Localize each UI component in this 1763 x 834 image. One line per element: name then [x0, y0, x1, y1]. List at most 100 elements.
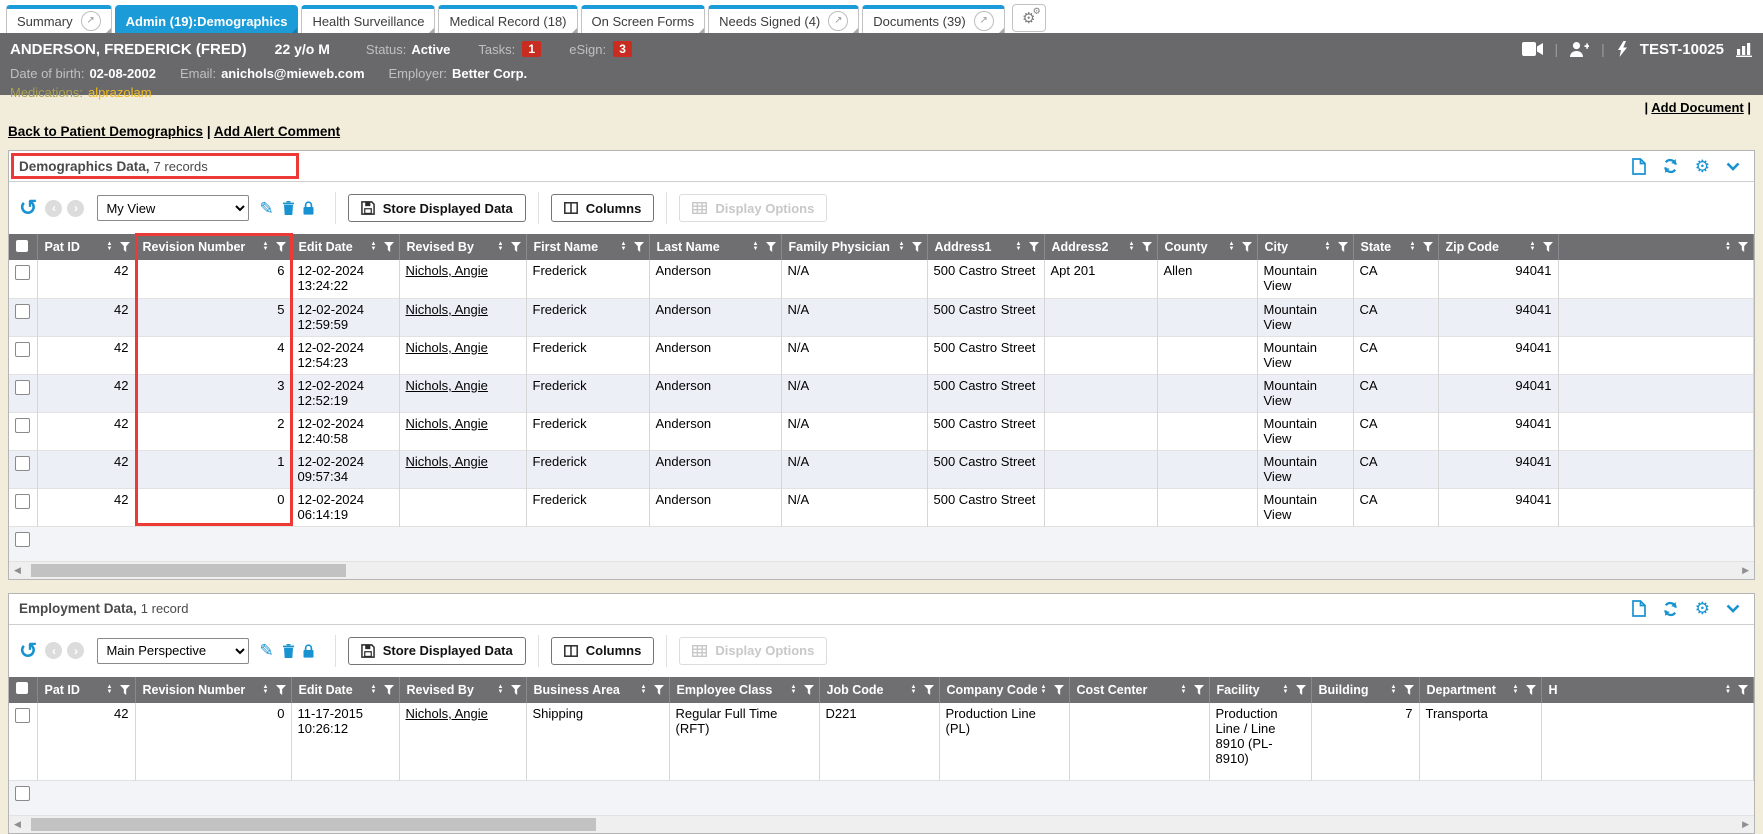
filter-funnel-icon[interactable] [1738, 685, 1748, 695]
sort-icon[interactable]: ▲▼ [371, 242, 377, 252]
filter-funnel-icon[interactable] [634, 242, 644, 252]
cell-revised-by-link[interactable]: Nichols, Angie [399, 412, 526, 450]
column-header[interactable]: City ▲▼ [1257, 234, 1353, 260]
columns-button[interactable]: Columns [551, 194, 655, 222]
bar-chart-icon[interactable] [1736, 42, 1753, 57]
sort-icon[interactable]: ▲▼ [621, 242, 627, 252]
edit-view-pencil-icon[interactable]: ✎ [259, 642, 273, 659]
column-header[interactable]: Business Area ▲▼ [526, 677, 669, 703]
lock-view-icon[interactable] [303, 644, 314, 658]
tab-documents[interactable]: Documents (39) ↗ [862, 5, 1004, 33]
tasks-badge[interactable]: 1 [522, 41, 541, 57]
esign-badge[interactable]: 3 [613, 41, 632, 57]
collapse-chevron-icon[interactable] [1726, 162, 1740, 171]
sort-icon[interactable]: ▲▼ [1229, 242, 1235, 252]
sort-icon[interactable]: ▲▼ [1391, 685, 1397, 695]
refresh-icon[interactable] [1662, 158, 1679, 174]
column-header[interactable]: Employee Class ▲▼ [669, 677, 819, 703]
cell-revised-by-link[interactable]: Nichols, Angie [399, 260, 526, 298]
popout-circle-icon[interactable]: ↗ [81, 11, 101, 31]
select-all-checkbox[interactable] [16, 240, 28, 252]
cell-revised-by-link[interactable]: Nichols, Angie [399, 336, 526, 374]
new-document-icon[interactable] [1632, 600, 1646, 617]
tab-medical-record[interactable]: Medical Record (18) [438, 5, 577, 33]
medications-value[interactable]: alprazolam [88, 85, 152, 100]
column-header[interactable]: Cost Center ▲▼ [1069, 677, 1209, 703]
tab-admin-demographics[interactable]: Admin (19):Demographics [115, 5, 299, 33]
sort-icon[interactable]: ▲▼ [1530, 242, 1536, 252]
undo-icon[interactable]: ↺ [19, 197, 37, 219]
filter-funnel-icon[interactable] [1338, 242, 1348, 252]
sort-icon[interactable]: ▲▼ [1181, 685, 1187, 695]
refresh-icon[interactable] [1662, 601, 1679, 617]
sort-icon[interactable]: ▲▼ [791, 685, 797, 695]
sort-icon[interactable]: ▲▼ [911, 685, 917, 695]
sort-icon[interactable]: ▲▼ [263, 242, 269, 252]
filter-funnel-icon[interactable] [120, 685, 130, 695]
select-all-header[interactable] [9, 234, 37, 260]
column-header[interactable]: Company Code ▲▼ [939, 677, 1069, 703]
settings-tab-button[interactable]: ⚙ ⚙ [1012, 4, 1046, 32]
column-header[interactable]: Edit Date ▲▼ [291, 234, 399, 260]
add-document-link[interactable]: Add Document [1651, 100, 1743, 115]
sort-icon[interactable]: ▲▼ [498, 242, 504, 252]
filter-funnel-icon[interactable] [1296, 685, 1306, 695]
column-header[interactable]: Address1 ▲▼ [927, 234, 1044, 260]
filter-funnel-icon[interactable] [1029, 242, 1039, 252]
cell-revised-by-link[interactable]: Nichols, Angie [399, 450, 526, 488]
horizontal-scrollbar[interactable]: ◀ ▶ [9, 816, 1754, 833]
filter-funnel-icon[interactable] [766, 242, 776, 252]
panel-settings-gear-icon[interactable]: ⚙ [1695, 600, 1710, 617]
filter-funnel-icon[interactable] [1404, 685, 1414, 695]
tab-summary[interactable]: Summary ↗ [6, 5, 112, 33]
column-header[interactable]: H ▲▼ [1541, 677, 1754, 703]
column-header[interactable]: Revision Number ▲▼ [135, 677, 291, 703]
column-header[interactable]: ▲▼ [1558, 234, 1754, 260]
scroll-right-arrow[interactable]: ▶ [1742, 819, 1749, 830]
column-header[interactable]: Address2 ▲▼ [1044, 234, 1157, 260]
sort-icon[interactable]: ▲▼ [1283, 685, 1289, 695]
hscrollbar-thumb[interactable] [31, 564, 346, 577]
delete-view-trash-icon[interactable] [283, 201, 294, 215]
sort-icon[interactable]: ▲▼ [107, 685, 113, 695]
sort-icon[interactable]: ▲▼ [753, 242, 759, 252]
select-all-header[interactable] [9, 677, 37, 703]
select-all-checkbox[interactable] [16, 682, 28, 694]
column-header[interactable]: Pat ID ▲▼ [37, 677, 135, 703]
filter-funnel-icon[interactable] [1054, 685, 1064, 695]
row-checkbox[interactable] [15, 342, 30, 357]
row-checkbox[interactable] [15, 265, 30, 280]
column-header[interactable]: Job Code ▲▼ [819, 677, 939, 703]
filter-funnel-icon[interactable] [1738, 242, 1748, 252]
add-alert-comment-link[interactable]: Add Alert Comment [214, 124, 340, 139]
column-header[interactable]: Department ▲▼ [1419, 677, 1541, 703]
delete-view-trash-icon[interactable] [283, 644, 294, 658]
sort-icon[interactable]: ▲▼ [1041, 685, 1047, 695]
sort-icon[interactable]: ▲▼ [263, 685, 269, 695]
edit-view-pencil-icon[interactable]: ✎ [259, 200, 273, 217]
new-document-icon[interactable] [1632, 158, 1646, 175]
sort-icon[interactable]: ▲▼ [107, 242, 113, 252]
filter-funnel-icon[interactable] [654, 685, 664, 695]
sort-icon[interactable]: ▲▼ [1410, 242, 1416, 252]
hscrollbar-thumb[interactable] [31, 818, 596, 831]
column-header[interactable]: Edit Date ▲▼ [291, 677, 399, 703]
filter-funnel-icon[interactable] [1194, 685, 1204, 695]
filter-funnel-icon[interactable] [511, 242, 521, 252]
row-checkbox[interactable] [15, 786, 30, 801]
scroll-left-arrow[interactable]: ◀ [14, 565, 21, 576]
column-header[interactable]: Revision Number ▲▼ [135, 234, 291, 260]
scroll-right-arrow[interactable]: ▶ [1742, 565, 1749, 576]
filter-funnel-icon[interactable] [924, 685, 934, 695]
filter-funnel-icon[interactable] [276, 685, 286, 695]
sort-icon[interactable]: ▲▼ [1129, 242, 1135, 252]
popout-circle-icon[interactable]: ↗ [828, 11, 848, 31]
tab-needs-signed[interactable]: Needs Signed (4) ↗ [708, 5, 859, 33]
store-displayed-data-button[interactable]: Store Displayed Data [348, 194, 526, 222]
column-header[interactable]: County ▲▼ [1157, 234, 1257, 260]
filter-funnel-icon[interactable] [1142, 242, 1152, 252]
filter-funnel-icon[interactable] [120, 242, 130, 252]
add-person-icon[interactable] [1570, 42, 1589, 57]
columns-button[interactable]: Columns [551, 637, 655, 665]
cell-revised-by-link[interactable]: Nichols, Angie [399, 298, 526, 336]
